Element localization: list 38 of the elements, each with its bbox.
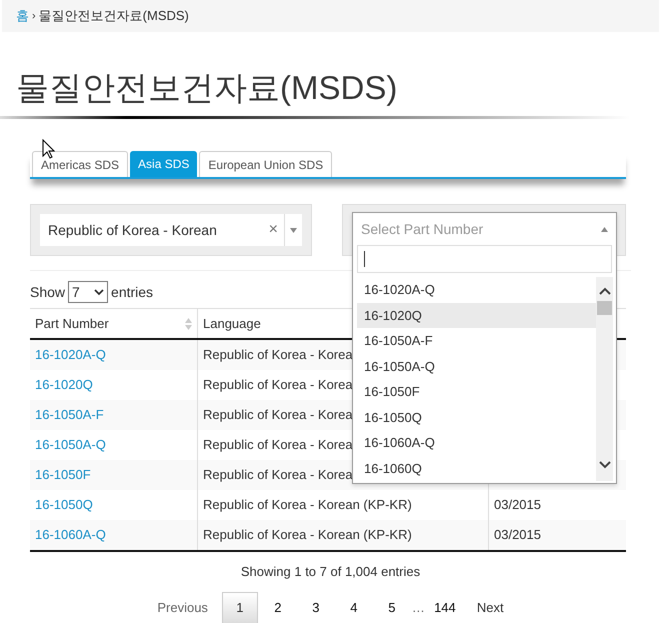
table-cell-text: 03/2015 [494,496,541,514]
next-link[interactable]: Next [464,598,516,618]
search-field[interactable] [357,245,612,273]
table-cell: Republic of Korea - Korean (KP-KR) [197,520,488,550]
dropdown-option[interactable]: 16-1020A-Q [357,277,596,302]
caret-up-icon [601,226,608,232]
sort-icon [185,316,192,330]
chevron-up-icon [598,287,610,295]
table-cell-text: 03/2015 [494,526,541,544]
page-link[interactable]: 2 [260,592,296,623]
page-link[interactable]: 3 [298,592,334,623]
scrollbar-thumb[interactable] [597,301,612,315]
previous-link[interactable]: Previous [145,598,220,618]
dropdown-option[interactable]: 16-1020Q [357,302,596,328]
mouse-cursor-icon [42,139,55,159]
page-link[interactable]: 5 [374,592,410,623]
scrollbar[interactable] [596,277,613,481]
breadcrumb-current: 물질안전보건자료(MSDS) [38,7,189,26]
page-link[interactable]: 144 [426,592,463,623]
page-length-select[interactable]: 7 [68,281,108,303]
tab[interactable]: European Union SDS [199,151,332,177]
page-link[interactable]: 1 [222,592,258,623]
part-number-link[interactable]: 16-1020Q [30,370,197,400]
part-number-link[interactable]: 16-1050Q [30,490,197,520]
select-value: Republic of Korea - Korean [47,220,218,240]
entries-label: entries [111,282,154,302]
column-header[interactable]: Part Number [30,309,197,338]
ellipsis: … [412,598,425,617]
show-label: Show [30,282,66,302]
clear-button[interactable]: × [262,218,284,242]
breadcrumb-separator: › [32,8,36,24]
chevron-down-icon [598,461,610,469]
page-link[interactable]: 4 [336,592,372,623]
page-title: 물질안전보건자료(MSDS) [16,68,398,108]
language-select[interactable]: Republic of Korea - Korean × [40,214,302,246]
tab[interactable]: Americas SDS [32,151,128,177]
table-info: Showing 1 to 7 of 1,004 entries [240,563,422,581]
part-number-link[interactable]: 16-1050A-Q [30,430,197,460]
